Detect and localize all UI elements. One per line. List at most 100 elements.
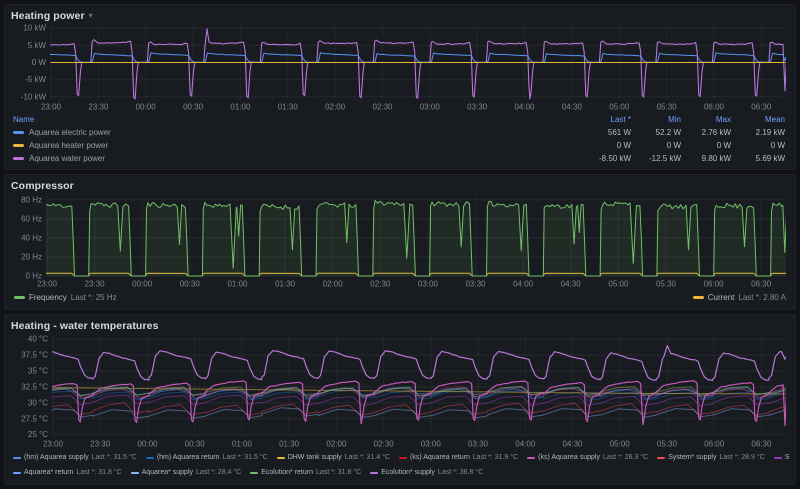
series-color-marker — [250, 471, 259, 474]
legend-column-mean[interactable]: Mean — [731, 115, 789, 124]
series-last-value: Last *: 31.5 °C — [91, 454, 137, 461]
series-last-value: Last *: 2.80 A — [738, 293, 786, 302]
legend-column-max[interactable]: Max — [681, 115, 731, 124]
legend-series-row[interactable]: Aquarea water power -8.50 kW -12.5 kW 9.80 … — [13, 152, 789, 165]
legend-item[interactable]: Frequency Last *: 25 Hz — [14, 293, 117, 302]
x-tick-label: 04:30 — [562, 440, 583, 449]
legend-item[interactable]: DHW tank supply Last *: 31.4 °C — [276, 454, 390, 461]
x-tick-label: 04:00 — [515, 440, 536, 449]
legend-column-last[interactable]: Last * — [581, 115, 631, 124]
y-tick-label: 0 Hz — [26, 272, 42, 281]
series-name-text: Aquarea* return — [24, 469, 74, 476]
x-tick-label: 02:00 — [325, 103, 346, 112]
x-tick-label: 23:00 — [37, 280, 58, 289]
legend-item[interactable]: Aquarea* return Last *: 31.8 °C — [13, 469, 122, 476]
panel-header-compressor[interactable]: Compressor — [11, 178, 789, 193]
legend-item[interactable]: Current Last *: 2.80 A — [692, 293, 786, 302]
series-name-text: (ks) Aquarea return — [409, 454, 470, 461]
legend-item[interactable]: (ks) Aquarea supply Last *: 26.3 °C — [527, 454, 648, 461]
series-last-value: Last *: 31.4 °C — [344, 454, 390, 461]
series-color-marker — [370, 471, 379, 474]
x-tick-label: 04:00 — [514, 103, 535, 112]
legend-item[interactable]: (ks) Aquarea return Last *: 31.9 °C — [398, 454, 518, 461]
x-tick-label: 06:30 — [751, 280, 772, 289]
series-min-value: 0 W — [666, 141, 681, 150]
series-name-text: Aquarea* supply — [141, 469, 194, 476]
legend-item[interactable]: Aquarea* supply Last *: 28.4 °C — [130, 469, 242, 476]
series-last-value: Last *: 28.9 °C — [719, 454, 765, 461]
panel-water-temperatures: Heating - water temperatures 23:00 23:30 0… — [4, 314, 796, 485]
y-tick-label: 25 °C — [28, 430, 48, 439]
x-tick-label: 23:00 — [43, 440, 64, 449]
x-tick-label: 02:30 — [372, 103, 393, 112]
legend-series-name[interactable]: Aquarea electric power — [13, 128, 581, 137]
series-name-text: Aquarea heater power — [29, 141, 109, 150]
compressor-chart[interactable]: 23:00 23:30 00:00 00:30 01:00 01:30 02:00 02:30… — [11, 193, 789, 290]
legend-item[interactable]: System* supply Last *: 28.9 °C — [657, 454, 765, 461]
series-last-value: 0 W — [616, 141, 631, 150]
legend-series-name[interactable]: Aquarea heater power — [13, 141, 581, 150]
series-last-value: Last *: 31.8 °C — [316, 469, 362, 476]
series-name-text: DHW tank supply — [287, 454, 342, 461]
series-color-marker — [398, 456, 407, 459]
legend-item[interactable]: Ecolution* return Last *: 31.8 °C — [250, 469, 361, 476]
series-mean-value: 2.19 kW — [755, 128, 785, 137]
series-color-marker — [13, 471, 21, 474]
x-tick-label: 03:30 — [465, 280, 486, 289]
legend-column-min[interactable]: Min — [631, 115, 681, 124]
legend-series-row[interactable]: Aquarea electric power 561 W 52.2 W 2.76 kW… — [13, 126, 789, 139]
x-tick-label: 03:00 — [421, 440, 442, 449]
x-tick-label: 01:30 — [275, 280, 296, 289]
series-color-marker — [657, 456, 666, 459]
series-last-value: Last *: 31.8 °C — [76, 469, 122, 476]
x-tick-label: 23:00 — [41, 103, 62, 112]
legend-table-header: Name Last * Min Max Mean — [13, 113, 789, 126]
heating-power-chart[interactable]: 23:00 23:30 00:00 00:30 01:00 01:30 02:00 02:30… — [11, 23, 789, 113]
y-tick-label: 40 °C — [28, 335, 48, 344]
x-tick-label: 23:30 — [88, 103, 109, 112]
legend-series-name[interactable]: Aquarea water power — [13, 154, 581, 163]
x-tick-label: 01:00 — [232, 440, 253, 449]
series-max-value: 2.76 kW — [701, 128, 731, 137]
legend-series-row[interactable]: Aquarea heater power 0 W 0 W 0 W 0 W — [13, 139, 789, 152]
x-tick-label: 05:30 — [657, 440, 678, 449]
y-tick-label: 27.5 °C — [21, 414, 48, 423]
series-name-text: (ks) Aquarea supply — [538, 454, 600, 461]
x-tick-label: 02:30 — [374, 440, 395, 449]
x-tick-label: 02:30 — [370, 280, 391, 289]
legend-item[interactable]: (hm) Aquarea supply Last *: 31.5 °C — [13, 454, 137, 461]
x-tick-label: 06:00 — [704, 440, 725, 449]
temps-legend-row-2: Aquarea* return Last *: 31.8 °C Aquarea* s… — [13, 465, 789, 480]
x-tick-label: 05:00 — [608, 280, 629, 289]
legend-column-name[interactable]: Name — [13, 115, 581, 124]
series-color-marker — [145, 456, 154, 459]
legend-item[interactable]: (hm) Aquarea return Last *: 31.5 °C — [145, 454, 268, 461]
legend-item[interactable]: Ecolution* supply Last *: 36.8 °C — [370, 469, 483, 476]
x-tick-label: 04:30 — [562, 103, 583, 112]
x-tick-label: 00:00 — [132, 280, 153, 289]
y-tick-label: 35 °C — [28, 367, 48, 376]
y-tick-label: 40 Hz — [21, 233, 42, 242]
panel-header-water-temperatures[interactable]: Heating - water temperatures — [11, 318, 789, 333]
y-tick-label: -10 kW — [21, 92, 47, 101]
series-last-value: Last *: 26.3 °C — [603, 454, 649, 461]
panel-compressor: Compressor 23:00 23:30 00:00 00:30 01:00 01:3… — [4, 174, 796, 310]
x-tick-label: 01:30 — [279, 440, 300, 449]
panel-header-heating-power[interactable]: Heating power ▾ — [11, 8, 789, 23]
y-tick-label: 60 Hz — [21, 214, 42, 223]
series-name-text: Current — [707, 293, 735, 302]
series-mean-value: 0 W — [770, 141, 785, 150]
temperatures-legend: (hm) Aquarea supply Last *: 31.5 °C (hm) A… — [11, 450, 789, 480]
chevron-down-icon: ▾ — [88, 10, 93, 20]
series-name-text: (hm) Aquarea return — [156, 454, 220, 461]
legend-item[interactable]: System* returnLast *: 30.3 °C — [773, 454, 789, 461]
x-tick-label: 04:30 — [561, 280, 582, 289]
series-mean-value: 5.69 kW — [755, 154, 785, 163]
x-tick-label: 02:00 — [326, 440, 347, 449]
x-tick-label: 03:30 — [467, 103, 488, 112]
panel-title: Heating power — [11, 9, 85, 22]
x-tick-label: 03:00 — [418, 280, 439, 289]
series-last-value: Last *: 28.4 °C — [196, 469, 242, 476]
temperatures-chart[interactable]: 23:00 23:30 00:00 00:30 01:00 01:30 02:00 02:30… — [11, 333, 789, 450]
y-tick-label: 0 W — [32, 58, 47, 67]
